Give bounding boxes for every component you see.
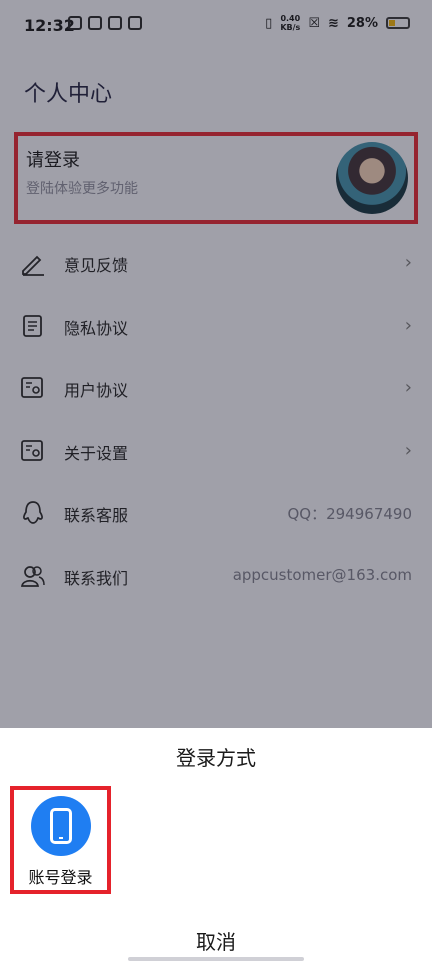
account-login-option[interactable]: 账号登录 (10, 786, 111, 894)
login-method-sheet: 登录方式 账号登录 取消 (0, 728, 432, 964)
account-login-label: 账号登录 (28, 868, 93, 887)
modal-overlay[interactable] (0, 0, 432, 728)
app-screen: 12:32 ▯ 0.40 KB/s ☒ ≋ 28% 个人中心 请登录 登陆体验更… (0, 0, 432, 964)
cancel-button[interactable]: 取消 (0, 926, 432, 955)
sheet-title: 登录方式 (176, 746, 256, 770)
account-login-button[interactable] (31, 796, 91, 856)
home-indicator[interactable] (128, 957, 304, 961)
phone-icon (50, 808, 72, 844)
